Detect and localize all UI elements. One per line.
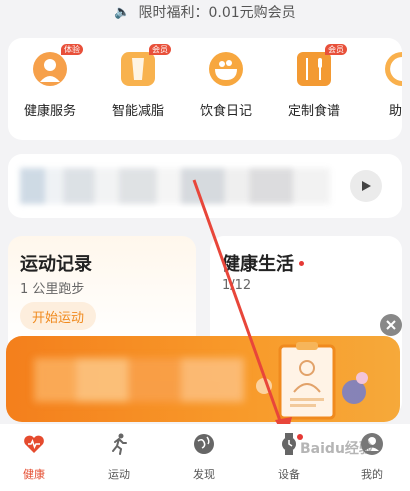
service-label: 饮食日记 <box>199 104 252 119</box>
tab-label: 健康 <box>23 468 45 481</box>
health-service-icon: 体验 <box>33 44 83 86</box>
tab-exercise[interactable]: 运动 <box>89 432 149 482</box>
media-banner[interactable] <box>8 154 402 218</box>
tab-label: 运动 <box>108 468 130 481</box>
card-title: 健康生活 <box>222 250 304 276</box>
tab-label: 发现 <box>193 468 215 481</box>
service-fat-loss[interactable]: 会员 智能减脂 <box>96 44 180 119</box>
close-popup-button[interactable] <box>380 314 402 336</box>
diet-diary-icon <box>209 52 243 86</box>
speaker-icon: 🔈 <box>114 4 131 20</box>
blurred-content <box>20 168 330 204</box>
fat-loss-icon: 会员 <box>121 44 171 86</box>
running-icon <box>112 433 127 455</box>
watermark: Baidu经验 <box>300 441 373 457</box>
service-health[interactable]: 体验 健康服务 <box>8 44 92 119</box>
heart-icon <box>24 435 44 453</box>
blurred-promo-text <box>34 358 244 402</box>
announcement-text: 限时福利：0.01元购会员 <box>138 5 296 21</box>
notification-dot <box>299 261 304 266</box>
tab-health[interactable]: 健康 <box>4 432 64 482</box>
announcement-bar[interactable]: 🔈 限时福利：0.01元购会员 <box>0 0 410 24</box>
service-shortcuts: 体验 健康服务 会员 智能减脂 饮食日记 会员 定制食谱 助眠 <box>8 38 402 140</box>
service-recipe[interactable]: 会员 定制食谱 <box>272 44 356 119</box>
tab-label: 我的 <box>361 468 383 481</box>
service-sleep-aid[interactable]: 助眠 <box>360 52 402 119</box>
card-subtitle: 1/12 <box>222 278 252 293</box>
service-tag: 会员 <box>149 44 171 55</box>
service-label: 智能减脂 <box>111 104 164 119</box>
globe-icon <box>194 434 214 454</box>
tab-label: 设备 <box>278 468 300 481</box>
card-title: 运动记录 <box>20 254 92 275</box>
play-icon <box>362 181 371 191</box>
close-icon <box>386 320 396 330</box>
sleep-aid-icon <box>385 52 402 86</box>
card-subtitle: 1 公里跑步 <box>20 282 85 297</box>
service-tag: 会员 <box>325 44 347 55</box>
tab-discover[interactable]: 发现 <box>174 432 234 482</box>
service-label: 定制食谱 <box>287 104 340 119</box>
promo-popup[interactable] <box>6 336 400 422</box>
recipe-icon: 会员 <box>297 44 347 86</box>
service-tag: 体验 <box>61 44 83 55</box>
clipboard-icon <box>278 342 336 420</box>
service-diet-diary[interactable]: 饮食日记 <box>184 52 268 119</box>
play-button[interactable] <box>350 170 382 202</box>
start-exercise-button[interactable]: 开始运动 <box>20 302 97 330</box>
service-label: 健康服务 <box>23 104 76 119</box>
service-label: 助眠 <box>388 104 402 119</box>
